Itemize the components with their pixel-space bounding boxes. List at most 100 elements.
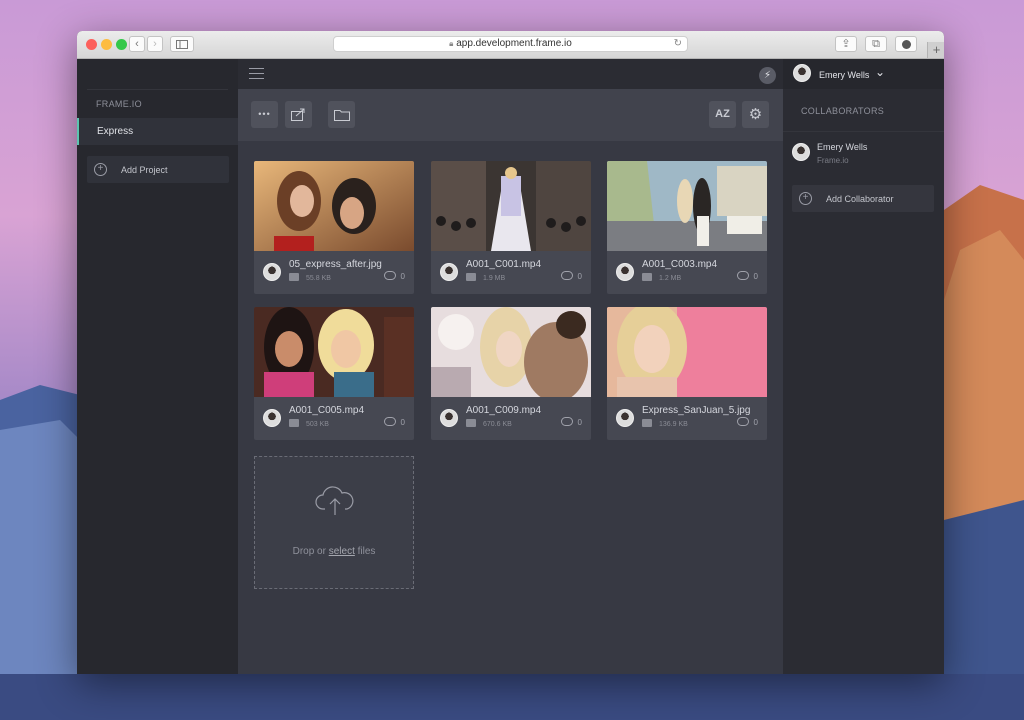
url-text: app.development.frame.io <box>456 38 572 49</box>
video-icon <box>289 419 299 427</box>
avatar <box>440 263 458 281</box>
file-card[interactable]: A001_C001.mp4 1.9 MB 0 <box>431 161 591 294</box>
file-thumbnail <box>607 307 767 397</box>
image-icon <box>642 419 652 427</box>
select-files-link[interactable]: select <box>329 546 355 557</box>
comment-icon <box>384 417 396 426</box>
comment-icon <box>737 417 749 426</box>
comment-count: 0 <box>753 418 758 427</box>
sidebar-item-express[interactable]: Express <box>77 118 238 145</box>
panel-divider <box>783 131 944 132</box>
comment-count: 0 <box>400 418 405 427</box>
upload-prefix: Drop or <box>292 546 329 557</box>
comment-count: 0 <box>400 272 405 281</box>
share-button[interactable]: ⇪ <box>835 36 857 52</box>
minimize-window-button[interactable] <box>101 39 112 50</box>
browser-toolbar: ‹ › 🔒︎ app.development.frame.io ↻ ⇪ ⧉ + <box>77 31 944 59</box>
hamburger-menu-icon[interactable] <box>249 68 264 79</box>
more-options-button[interactable]: ••• <box>251 101 278 128</box>
sort-button[interactable]: AZ <box>709 101 736 128</box>
file-thumbnail <box>431 307 591 397</box>
image-icon <box>289 273 299 281</box>
comment-icon <box>737 271 749 280</box>
address-bar[interactable]: 🔒︎ app.development.frame.io ↻ <box>333 36 688 52</box>
settings-button[interactable]: ⚙︎ <box>742 101 769 128</box>
file-card[interactable]: A001_C003.mp4 1.2 MB 0 <box>607 161 767 294</box>
top-bar: ⚡︎ <box>238 59 783 89</box>
zoom-window-button[interactable] <box>116 39 127 50</box>
lock-icon: 🔒︎ <box>449 39 454 48</box>
collaborator-org: Frame.io <box>817 156 849 165</box>
file-size: 1.2 MB <box>659 275 682 282</box>
share-export-button[interactable] <box>285 101 312 128</box>
main-content: ⚡︎ ••• AZ ⚙︎ 05_express_after.jpg 55.8 K… <box>238 59 783 674</box>
comment-icon <box>561 417 573 426</box>
folder-icon <box>333 110 350 121</box>
add-project-label: Add Project <box>121 165 168 175</box>
avatar <box>263 409 281 427</box>
file-thumbnail <box>254 161 414 251</box>
file-size: 55.8 KB <box>306 275 331 282</box>
forward-button[interactable]: › <box>147 36 163 52</box>
user-menu[interactable]: Emery Wells ⌄ <box>783 59 944 89</box>
avatar <box>440 409 458 427</box>
chevron-down-icon: ⌄ <box>875 65 886 79</box>
file-thumbnail <box>431 161 591 251</box>
add-project-button[interactable]: + Add Project <box>87 156 229 183</box>
close-window-button[interactable] <box>86 39 97 50</box>
file-card[interactable]: Express_SanJuan_5.jpg 136.9 KB 0 <box>607 307 767 440</box>
file-name: A001_C003.mp4 <box>642 259 718 270</box>
comment-count: 0 <box>577 418 582 427</box>
file-size: 670.6 KB <box>483 421 512 428</box>
comment-count: 0 <box>577 272 582 281</box>
video-icon <box>642 273 652 281</box>
downloads-button[interactable] <box>895 36 917 52</box>
back-button[interactable]: ‹ <box>129 36 145 52</box>
browser-window: ‹ › 🔒︎ app.development.frame.io ↻ ⇪ ⧉ + … <box>77 31 944 674</box>
file-thumbnail <box>254 307 414 397</box>
collaborators-title: COLLABORATORS <box>801 106 885 116</box>
avatar <box>616 263 634 281</box>
lightning-icon[interactable]: ⚡︎ <box>759 67 776 84</box>
file-name: A001_C009.mp4 <box>466 405 542 416</box>
file-size: 136.9 KB <box>659 421 688 428</box>
file-card[interactable]: A001_C009.mp4 670.6 KB 0 <box>431 307 591 440</box>
tabs-button[interactable]: ⧉ <box>865 36 887 52</box>
add-circle-icon: + <box>94 163 107 176</box>
file-size: 503 KB <box>306 421 329 428</box>
share-icon <box>291 108 305 121</box>
collaborators-panel: Emery Wells ⌄ COLLABORATORS Emery Wells … <box>783 59 944 674</box>
file-name: 05_express_after.jpg <box>289 259 382 270</box>
new-folder-button[interactable] <box>328 101 355 128</box>
upload-dropzone[interactable]: Drop or select files <box>254 456 414 589</box>
avatar <box>616 409 634 427</box>
file-thumbnail <box>607 161 767 251</box>
file-card[interactable]: A001_C005.mp4 503 KB 0 <box>254 307 414 440</box>
sidebar-divider <box>87 89 228 90</box>
comment-count: 0 <box>753 272 758 281</box>
sidebar-toggle-button[interactable] <box>170 36 194 52</box>
avatar <box>263 263 281 281</box>
file-name: A001_C005.mp4 <box>289 405 365 416</box>
sidebar-icon <box>176 40 188 49</box>
reload-icon[interactable]: ↻ <box>674 37 682 51</box>
new-tab-button[interactable]: + <box>927 42 944 58</box>
upload-text: Drop or select files <box>255 546 413 557</box>
comment-icon <box>384 271 396 280</box>
file-toolbar: ••• AZ ⚙︎ <box>238 89 783 141</box>
file-card[interactable]: 05_express_after.jpg 55.8 KB 0 <box>254 161 414 294</box>
user-name: Emery Wells <box>819 70 870 80</box>
add-collaborator-label: Add Collaborator <box>826 194 894 204</box>
add-collaborator-button[interactable]: + Add Collaborator <box>792 185 934 212</box>
collaborator-item[interactable]: Emery Wells Frame.io <box>783 139 944 179</box>
comment-icon <box>561 271 573 280</box>
file-size: 1.9 MB <box>483 275 506 282</box>
cloud-upload-icon <box>315 486 354 515</box>
project-name: Express <box>97 126 134 137</box>
download-icon <box>901 40 911 49</box>
file-name: Express_SanJuan_5.jpg <box>642 405 751 416</box>
gear-icon: ⚙︎ <box>748 106 763 123</box>
video-icon <box>466 419 476 427</box>
add-circle-icon: + <box>799 192 812 205</box>
video-icon <box>466 273 476 281</box>
